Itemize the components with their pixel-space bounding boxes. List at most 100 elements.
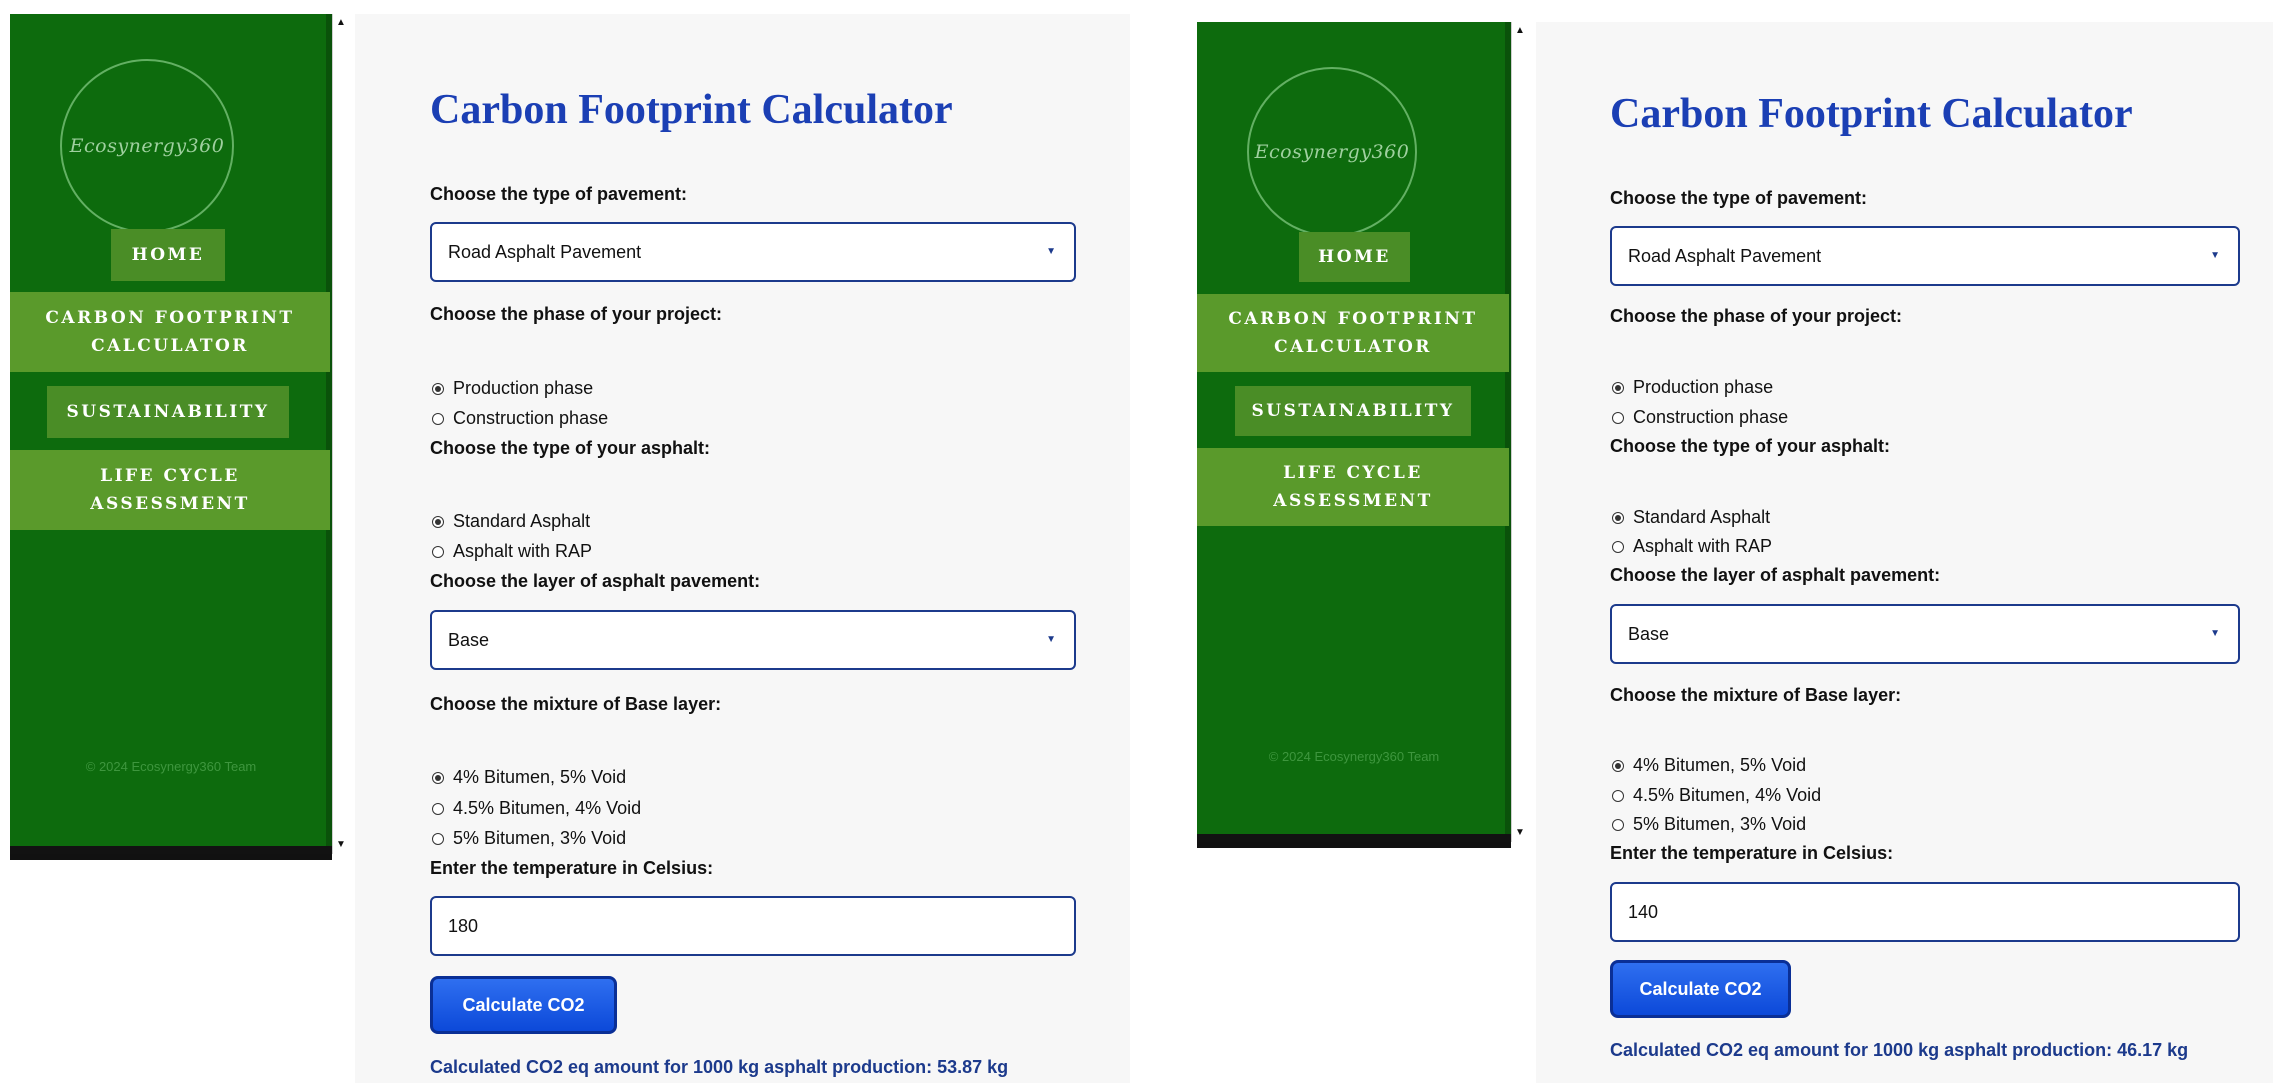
radio-mixture-3-label: 5% Bitumen, 3% Void	[1633, 814, 1807, 834]
temperature-label: Enter the temperature in Celsius:	[430, 858, 714, 878]
nav-home[interactable]: HOME	[1299, 232, 1410, 282]
radio-asphalt-with-rap-indicator[interactable]	[432, 545, 444, 558]
chevron-down-icon: ▼	[2210, 250, 2220, 261]
radio-production-phase[interactable]: Production phase	[432, 378, 593, 399]
asphalt-layer-select[interactable]: Base ▼	[430, 610, 1076, 670]
radio-construction-phase[interactable]: Construction phase	[432, 408, 608, 429]
nav-carbon-footprint-calculator[interactable]: CARBON FOOTPRINT CALCULATOR	[1197, 294, 1509, 372]
radio-production-phase-indicator[interactable]	[1612, 381, 1624, 394]
logo-text: Ecosynergy360	[1254, 141, 1410, 163]
co2-result: Calculated CO2 eq amount for 1000 kg asp…	[430, 1057, 1009, 1077]
project-phase-label: Choose the phase of your project:	[430, 304, 723, 324]
pavement-type-label: Choose the type of pavement:	[430, 184, 688, 204]
mixture-label: Choose the mixture of Base layer:	[1610, 685, 1902, 705]
calculate-co2-button[interactable]: Calculate CO2	[1610, 960, 1791, 1018]
radio-mixture-3-indicator[interactable]	[432, 832, 444, 845]
radio-standard-asphalt-label: Standard Asphalt	[453, 511, 591, 531]
radio-production-phase-label: Production phase	[1633, 377, 1774, 397]
nav-carbon-footprint-calculator-label: CARBON FOOTPRINT CALCULATOR	[1228, 309, 1478, 357]
radio-standard-asphalt-indicator[interactable]	[1612, 511, 1624, 524]
sidebar-scrollbar[interactable]: ▲ ▼	[1511, 22, 1528, 842]
radio-standard-asphalt-indicator[interactable]	[432, 515, 444, 528]
radio-construction-phase-indicator[interactable]	[1612, 411, 1624, 424]
radio-mixture-3-indicator[interactable]	[1612, 818, 1624, 831]
calculate-co2-button-label: Calculate CO2	[462, 994, 585, 1015]
nav-sustainability-label: SUSTAINABILITY	[66, 402, 270, 422]
radio-mixture-2[interactable]: 4.5% Bitumen, 4% Void	[1612, 785, 1821, 806]
project-phase-label: Choose the phase of your project:	[1610, 306, 1903, 326]
calculator-panel: Carbon Footprint Calculator Choose the t…	[355, 14, 1130, 1083]
nav-sustainability[interactable]: SUSTAINABILITY	[47, 386, 289, 438]
sidebar-scrollbar[interactable]: ▲ ▼	[332, 14, 349, 854]
scroll-down-arrow-icon[interactable]: ▼	[1515, 828, 1525, 838]
radio-production-phase[interactable]: Production phase	[1612, 377, 1773, 398]
temperature-input[interactable]: 180	[430, 896, 1076, 956]
radio-construction-phase-label: Construction phase	[453, 408, 609, 428]
nav-sustainability[interactable]: SUSTAINABILITY	[1235, 386, 1471, 436]
logo[interactable]: Ecosynergy360	[1247, 67, 1417, 237]
copyright: © 2024 Ecosynergy360 Team	[85, 759, 257, 774]
temperature-label: Enter the temperature in Celsius:	[1610, 843, 1894, 863]
nav-life-cycle-assessment[interactable]: LIFE CYCLE ASSESSMENT	[1197, 448, 1509, 526]
nav-life-cycle-assessment-label: LIFE CYCLE ASSESSMENT	[1273, 463, 1433, 511]
radio-asphalt-with-rap-indicator[interactable]	[1612, 540, 1624, 553]
calculator-panel: Carbon Footprint Calculator Choose the t…	[1536, 22, 2273, 1083]
asphalt-layer-select[interactable]: Base ▼	[1610, 604, 2240, 664]
nav-carbon-footprint-calculator[interactable]: CARBON FOOTPRINT CALCULATOR	[10, 292, 330, 372]
radio-mixture-2[interactable]: 4.5% Bitumen, 4% Void	[432, 798, 641, 819]
nav-home-label: HOME	[1318, 247, 1391, 267]
radio-mixture-3[interactable]: 5% Bitumen, 3% Void	[432, 828, 626, 849]
pavement-type-select[interactable]: Road Asphalt Pavement ▼	[430, 222, 1076, 282]
nav-life-cycle-assessment-label: LIFE CYCLE ASSESSMENT	[90, 466, 250, 514]
radio-mixture-1[interactable]: 4% Bitumen, 5% Void	[432, 767, 626, 788]
radio-construction-phase[interactable]: Construction phase	[1612, 407, 1788, 428]
radio-construction-phase-indicator[interactable]	[432, 412, 444, 425]
sidebar: Ecosynergy360 HOME CARBON FOOTPRINT CALC…	[10, 14, 332, 854]
chevron-down-icon: ▼	[1046, 246, 1056, 257]
radio-mixture-2-label: 4.5% Bitumen, 4% Void	[1633, 785, 1822, 805]
radio-mixture-3-label: 5% Bitumen, 3% Void	[453, 828, 627, 848]
asphalt-type-label: Choose the type of your asphalt:	[430, 438, 711, 458]
screen-right: Ecosynergy360 HOME CARBON FOOTPRINT CALC…	[1180, 0, 2283, 1083]
temperature-value: 140	[1628, 901, 1659, 922]
screen-left: Ecosynergy360 HOME CARBON FOOTPRINT CALC…	[0, 0, 1140, 1083]
asphalt-type-label: Choose the type of your asphalt:	[1610, 436, 1891, 456]
nav-life-cycle-assessment[interactable]: LIFE CYCLE ASSESSMENT	[10, 450, 330, 530]
radio-standard-asphalt-label: Standard Asphalt	[1633, 507, 1771, 527]
radio-standard-asphalt[interactable]: Standard Asphalt	[1612, 507, 1770, 528]
logo[interactable]: Ecosynergy360	[60, 59, 234, 233]
nav-home[interactable]: HOME	[111, 229, 225, 281]
nav-home-label: HOME	[131, 245, 205, 265]
page-title: Carbon Footprint Calculator	[430, 87, 953, 133]
scroll-up-arrow-icon[interactable]: ▲	[1515, 26, 1525, 36]
radio-asphalt-with-rap[interactable]: Asphalt with RAP	[1612, 536, 1772, 557]
pavement-type-select[interactable]: Road Asphalt Pavement ▼	[1610, 226, 2240, 286]
radio-mixture-2-indicator[interactable]	[432, 802, 444, 815]
mixture-label: Choose the mixture of Base layer:	[430, 694, 722, 714]
radio-mixture-1-label: 4% Bitumen, 5% Void	[1633, 755, 1807, 775]
chevron-down-icon: ▼	[2210, 628, 2220, 639]
radio-mixture-3[interactable]: 5% Bitumen, 3% Void	[1612, 814, 1806, 835]
copyright: © 2024 Ecosynergy360 Team	[1268, 749, 1440, 764]
scroll-down-arrow-icon[interactable]: ▼	[336, 840, 346, 850]
calculate-co2-button[interactable]: Calculate CO2	[430, 976, 617, 1034]
radio-construction-phase-label: Construction phase	[1633, 407, 1789, 427]
co2-result: Calculated CO2 eq amount for 1000 kg asp…	[1610, 1040, 2189, 1060]
radio-standard-asphalt[interactable]: Standard Asphalt	[432, 511, 590, 532]
radio-mixture-1-indicator[interactable]	[1612, 759, 1624, 772]
pavement-type-value: Road Asphalt Pavement	[448, 241, 642, 262]
radio-asphalt-with-rap-label: Asphalt with RAP	[453, 541, 593, 561]
chevron-down-icon: ▼	[1046, 634, 1056, 645]
radio-production-phase-indicator[interactable]	[432, 382, 444, 395]
asphalt-layer-value: Base	[448, 629, 490, 650]
radio-asphalt-with-rap[interactable]: Asphalt with RAP	[432, 541, 592, 562]
temperature-input[interactable]: 140	[1610, 882, 2240, 942]
radio-mixture-1-indicator[interactable]	[432, 771, 444, 784]
scroll-up-arrow-icon[interactable]: ▲	[336, 18, 346, 28]
logo-text: Ecosynergy360	[69, 135, 225, 157]
radio-mixture-1[interactable]: 4% Bitumen, 5% Void	[1612, 755, 1806, 776]
nav-carbon-footprint-calculator-label: CARBON FOOTPRINT CALCULATOR	[45, 308, 295, 356]
temperature-value: 180	[448, 915, 479, 936]
radio-mixture-2-indicator[interactable]	[1612, 789, 1624, 802]
asphalt-layer-label: Choose the layer of asphalt pavement:	[430, 571, 761, 591]
